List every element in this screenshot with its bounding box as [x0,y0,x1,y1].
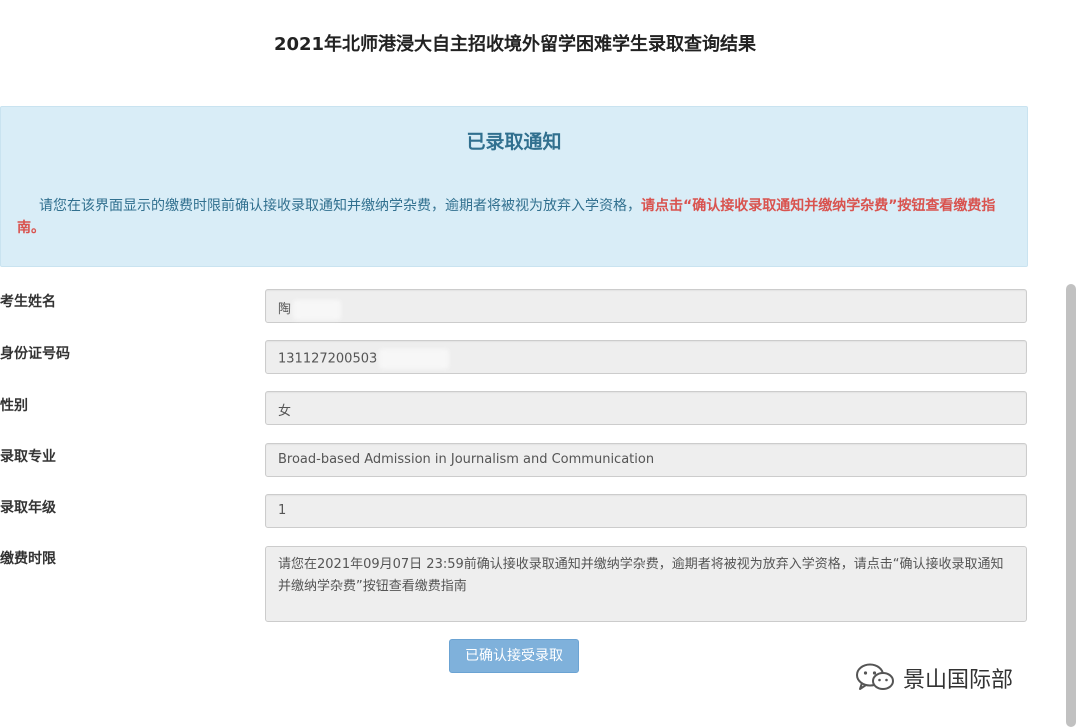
scrollbar-thumb[interactable] [1066,284,1076,727]
scrollbar[interactable] [1060,0,1080,727]
id-number-value: 131127200503 [278,351,378,367]
notice-title: 已录取通知 [466,131,562,153]
gender-value: 女 [278,404,292,419]
admission-notice-panel: 已录取通知 请您在该界面显示的缴费时限前确认接收录取通知并缴纳学杂费，逾期者将被… [0,106,1028,267]
payment-deadline-label: 缴费时限 [0,551,56,567]
major-value: Broad-based Admission in Journalism and … [278,452,655,467]
name-value: 陶 [278,302,292,317]
payment-deadline-value: 请您在2021年09月07日 23:59前确认接收录取通知并缴纳学杂费，逾期者将… [278,557,1004,594]
name-field[interactable]: 陶 [265,289,1027,323]
gender-field[interactable]: 女 [265,391,1027,425]
gender-label: 性别 [0,398,28,414]
name-label: 考生姓名 [0,294,56,310]
grade-field[interactable]: 1 [265,494,1027,528]
grade-label: 录取年级 [0,500,56,516]
notice-text: 请您在该界面显示的缴费时限前确认接收录取通知并缴纳学杂费，逾期者将被视为放弃入学… [17,195,1017,239]
watermark: 景山国际部 [855,662,1013,694]
page-title: 2021年北师港浸大自主招收境外留学困难学生录取查询结果 [273,34,757,55]
wechat-icon [856,663,894,690]
redaction-blur [379,349,450,369]
payment-deadline-field[interactable]: 请您在2021年09月07日 23:59前确认接收录取通知并缴纳学杂费，逾期者将… [265,546,1027,622]
notice-text-normal: 请您在该界面显示的缴费时限前确认接收录取通知并缴纳学杂费，逾期者将被视为放弃入学… [39,198,641,214]
redaction-blur [293,299,342,320]
id-number-field[interactable]: 131127200503 [265,340,1027,374]
major-field[interactable]: Broad-based Admission in Journalism and … [265,443,1027,477]
id-number-label: 身份证号码 [0,346,70,362]
major-label: 录取专业 [0,449,56,465]
grade-value: 1 [278,503,287,518]
watermark-text: 景山国际部 [903,668,1014,693]
confirmed-admission-button[interactable]: 已确认接受录取 [449,639,579,673]
